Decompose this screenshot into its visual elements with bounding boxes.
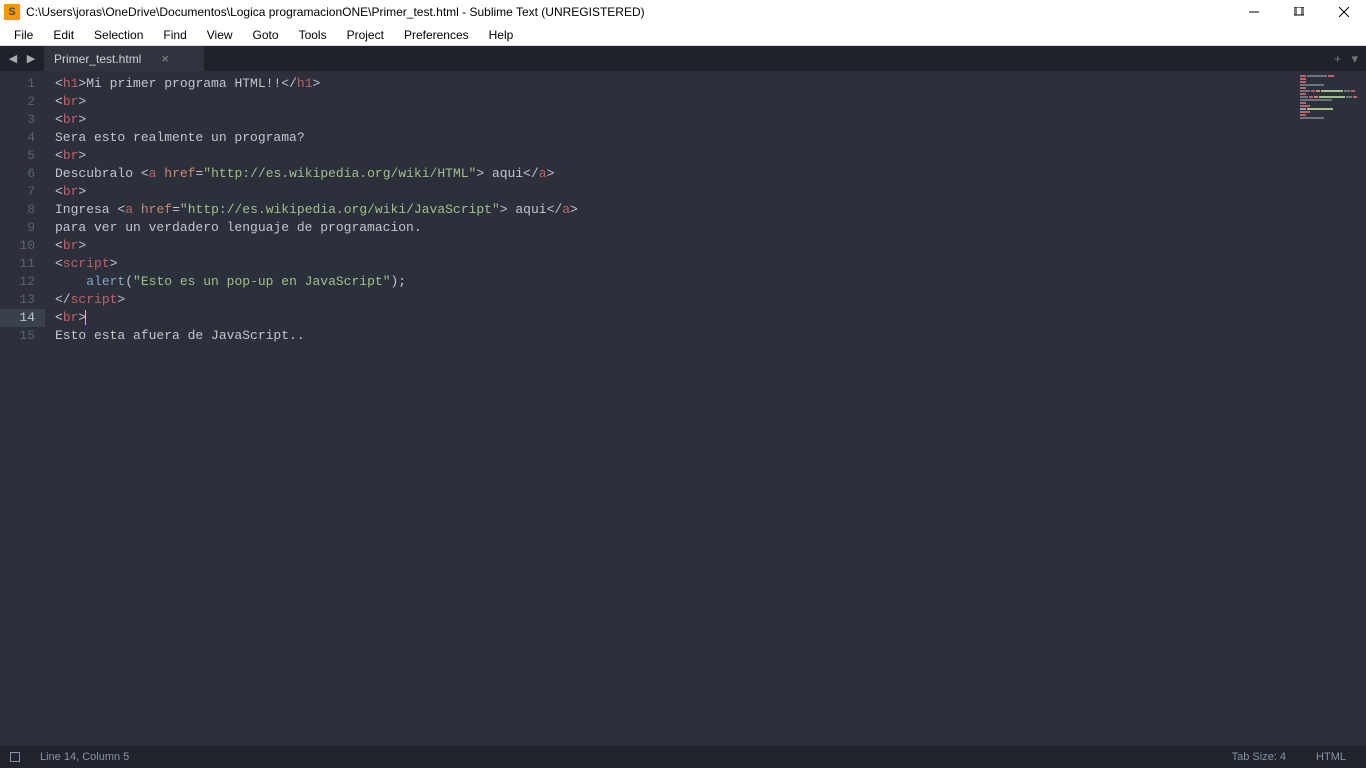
- line-number: 2: [10, 93, 35, 111]
- minimap-line: [1300, 117, 1362, 119]
- tab-label: Primer_test.html: [54, 52, 141, 66]
- code-line[interactable]: <h1>Mi primer programa HTML!!</h1>: [55, 75, 1296, 93]
- minimap-line: [1300, 102, 1362, 104]
- close-button[interactable]: [1321, 0, 1366, 24]
- line-number: 7: [10, 183, 35, 201]
- statusbar: Line 14, Column 5 Tab Size: 4 HTML: [0, 746, 1366, 768]
- menu-selection[interactable]: Selection: [84, 26, 153, 44]
- minimap[interactable]: [1296, 71, 1366, 746]
- menu-preferences[interactable]: Preferences: [394, 26, 479, 44]
- line-number: 5: [10, 147, 35, 165]
- code-line[interactable]: <br>: [55, 237, 1296, 255]
- code-line[interactable]: <br>: [55, 147, 1296, 165]
- nav-back-icon[interactable]: ◀: [6, 52, 20, 65]
- line-number: 8: [10, 201, 35, 219]
- code-line[interactable]: <br>: [55, 309, 1296, 327]
- code-line[interactable]: Esto esta afuera de JavaScript..: [55, 327, 1296, 345]
- line-number: 11: [10, 255, 35, 273]
- line-number: 3: [10, 111, 35, 129]
- line-number: 15: [10, 327, 35, 345]
- code-line[interactable]: <script>: [55, 255, 1296, 273]
- code-area[interactable]: <h1>Mi primer programa HTML!!</h1><br><b…: [45, 71, 1296, 746]
- titlebar: S C:\Users\joras\OneDrive\Documentos\Log…: [0, 0, 1366, 24]
- code-line[interactable]: Ingresa <a href="http://es.wikipedia.org…: [55, 201, 1296, 219]
- nav-arrows: ◀ ▶: [0, 46, 44, 71]
- minimap-line: [1300, 108, 1362, 110]
- minimap-line: [1300, 90, 1362, 92]
- line-number: 12: [10, 273, 35, 291]
- new-tab-icon[interactable]: +: [1334, 51, 1342, 66]
- window-controls: [1231, 0, 1366, 24]
- minimap-line: [1300, 99, 1362, 101]
- code-line[interactable]: </script>: [55, 291, 1296, 309]
- menu-file[interactable]: File: [4, 26, 43, 44]
- line-number: 14: [0, 309, 45, 327]
- code-line[interactable]: <br>: [55, 93, 1296, 111]
- minimap-line: [1300, 105, 1362, 107]
- code-line[interactable]: <br>: [55, 183, 1296, 201]
- code-line[interactable]: Descubralo <a href="http://es.wikipedia.…: [55, 165, 1296, 183]
- line-number: 13: [10, 291, 35, 309]
- status-syntax[interactable]: HTML: [1306, 751, 1356, 763]
- menu-view[interactable]: View: [197, 26, 243, 44]
- minimap-line: [1300, 78, 1362, 80]
- line-number: 9: [10, 219, 35, 237]
- menu-edit[interactable]: Edit: [43, 26, 84, 44]
- minimize-button[interactable]: [1231, 0, 1276, 24]
- menu-goto[interactable]: Goto: [243, 26, 289, 44]
- editor[interactable]: 123456789101112131415 <h1>Mi primer prog…: [0, 71, 1366, 746]
- tab-row: ◀ ▶ Primer_test.html × + ▾: [0, 46, 1366, 71]
- minimap-line: [1300, 87, 1362, 89]
- menu-tools[interactable]: Tools: [289, 26, 337, 44]
- menu-help[interactable]: Help: [479, 26, 524, 44]
- nav-forward-icon[interactable]: ▶: [24, 52, 38, 65]
- code-line[interactable]: alert("Esto es un pop-up en JavaScript")…: [55, 273, 1296, 291]
- menubar: FileEditSelectionFindViewGotoToolsProjec…: [0, 24, 1366, 46]
- close-tab-icon[interactable]: ×: [161, 51, 169, 66]
- minimap-line: [1300, 84, 1362, 86]
- code-line[interactable]: <br>: [55, 111, 1296, 129]
- tab-menu-icon[interactable]: ▾: [1351, 51, 1358, 67]
- minimap-line: [1300, 81, 1362, 83]
- maximize-button[interactable]: [1276, 0, 1321, 24]
- line-number: 10: [10, 237, 35, 255]
- minimap-line: [1300, 93, 1362, 95]
- minimap-line: [1300, 114, 1362, 116]
- line-number: 1: [10, 75, 35, 93]
- line-number: 6: [10, 165, 35, 183]
- gutter: 123456789101112131415: [0, 71, 45, 746]
- menu-find[interactable]: Find: [153, 26, 196, 44]
- menu-project[interactable]: Project: [337, 26, 394, 44]
- code-line[interactable]: Sera esto realmente un programa?: [55, 129, 1296, 147]
- minimap-line: [1300, 96, 1362, 98]
- panel-toggle-icon[interactable]: [10, 752, 20, 762]
- tab-active[interactable]: Primer_test.html ×: [44, 46, 204, 71]
- caret: [85, 310, 86, 325]
- status-position[interactable]: Line 14, Column 5: [30, 751, 139, 763]
- window-title: C:\Users\joras\OneDrive\Documentos\Logic…: [26, 5, 1231, 19]
- minimap-line: [1300, 75, 1362, 77]
- app-icon: S: [4, 4, 20, 20]
- tab-right-controls: + ▾: [1326, 46, 1366, 71]
- status-tab-size[interactable]: Tab Size: 4: [1222, 751, 1296, 763]
- line-number: 4: [10, 129, 35, 147]
- minimap-line: [1300, 111, 1362, 113]
- code-line[interactable]: para ver un verdadero lenguaje de progra…: [55, 219, 1296, 237]
